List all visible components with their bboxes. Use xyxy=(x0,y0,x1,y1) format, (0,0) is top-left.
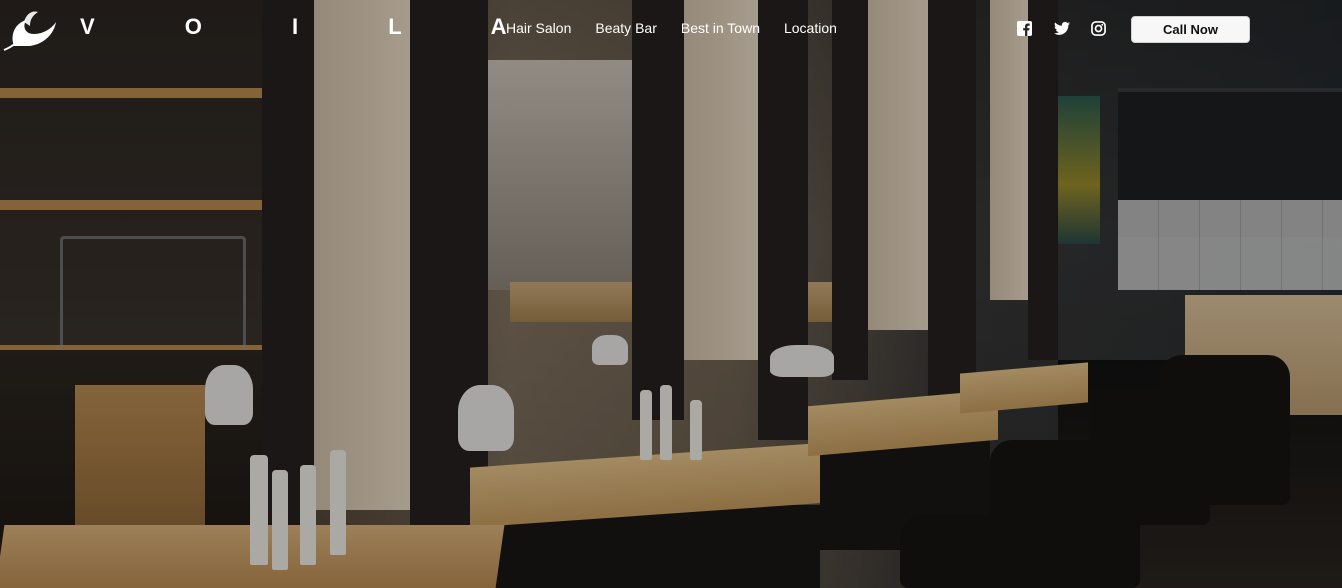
nav-link-location[interactable]: Location xyxy=(784,20,837,36)
dark-overlay xyxy=(0,0,1342,588)
brand-logo[interactable]: V O I L A xyxy=(0,6,506,54)
social-links xyxy=(1017,21,1107,37)
bird-logo-icon xyxy=(0,6,60,54)
call-now-button[interactable]: Call Now xyxy=(1131,16,1250,43)
hero-background: V O I L A Hair Salon Beaty Bar Best in T… xyxy=(0,0,1342,588)
nav-link-hair-salon[interactable]: Hair Salon xyxy=(506,20,571,36)
main-menu: Hair Salon Beaty Bar Best in Town Locati… xyxy=(506,20,837,36)
facebook-icon[interactable] xyxy=(1017,21,1033,37)
top-navbar: V O I L A Hair Salon Beaty Bar Best in T… xyxy=(0,0,1342,60)
nav-link-best-in-town[interactable]: Best in Town xyxy=(681,20,760,36)
instagram-icon[interactable] xyxy=(1091,21,1107,37)
brand-name: V O I L A xyxy=(80,14,549,39)
nav-link-beauty-bar[interactable]: Beaty Bar xyxy=(595,20,656,36)
twitter-icon[interactable] xyxy=(1054,21,1070,37)
